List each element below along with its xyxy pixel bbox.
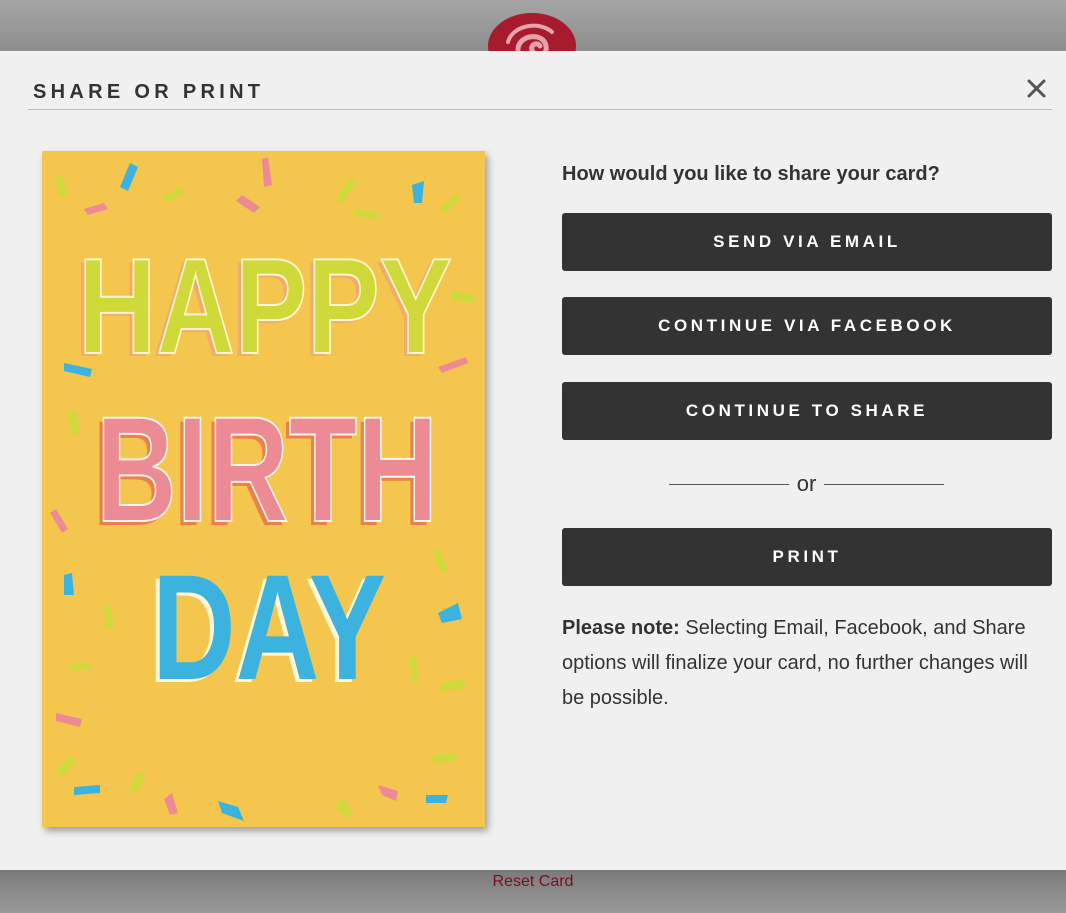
share-print-modal: SHARE OR PRINT HAPPY HAPPY BIRTH BIRTH D… — [0, 51, 1066, 870]
send-via-email-label: SEND VIA EMAIL — [713, 232, 901, 251]
print-label: PRINT — [772, 547, 842, 566]
finalize-note: Please note: Selecting Email, Facebook, … — [562, 611, 1052, 716]
card-text-day: DAY — [152, 543, 386, 711]
send-via-email-button[interactable]: SEND VIA EMAIL — [562, 213, 1052, 271]
continue-via-facebook-label: CONTINUE VIA FACEBOOK — [658, 316, 956, 335]
or-divider-line-right — [824, 483, 944, 485]
print-button[interactable]: PRINT — [562, 528, 1052, 586]
or-divider-line-left — [669, 483, 789, 485]
brand-logo — [488, 12, 576, 52]
note-label: Please note: — [562, 617, 680, 639]
or-divider: or — [669, 469, 944, 499]
title-divider — [28, 109, 1052, 110]
share-question: How would you like to share your card? — [562, 163, 940, 185]
continue-to-share-button[interactable]: CONTINUE TO SHARE — [562, 382, 1052, 440]
card-text-birth: BIRTH — [96, 385, 438, 553]
card-text-happy: HAPPY — [78, 230, 452, 382]
modal-title: SHARE OR PRINT — [33, 81, 265, 103]
reset-card-link[interactable]: Reset Card — [0, 873, 1066, 891]
card-preview: HAPPY HAPPY BIRTH BIRTH DAY DAY — [42, 151, 485, 827]
continue-to-share-label: CONTINUE TO SHARE — [685, 401, 929, 420]
continue-via-facebook-button[interactable]: CONTINUE VIA FACEBOOK — [562, 297, 1052, 355]
or-text: or — [796, 471, 817, 496]
close-icon[interactable] — [1020, 73, 1052, 105]
